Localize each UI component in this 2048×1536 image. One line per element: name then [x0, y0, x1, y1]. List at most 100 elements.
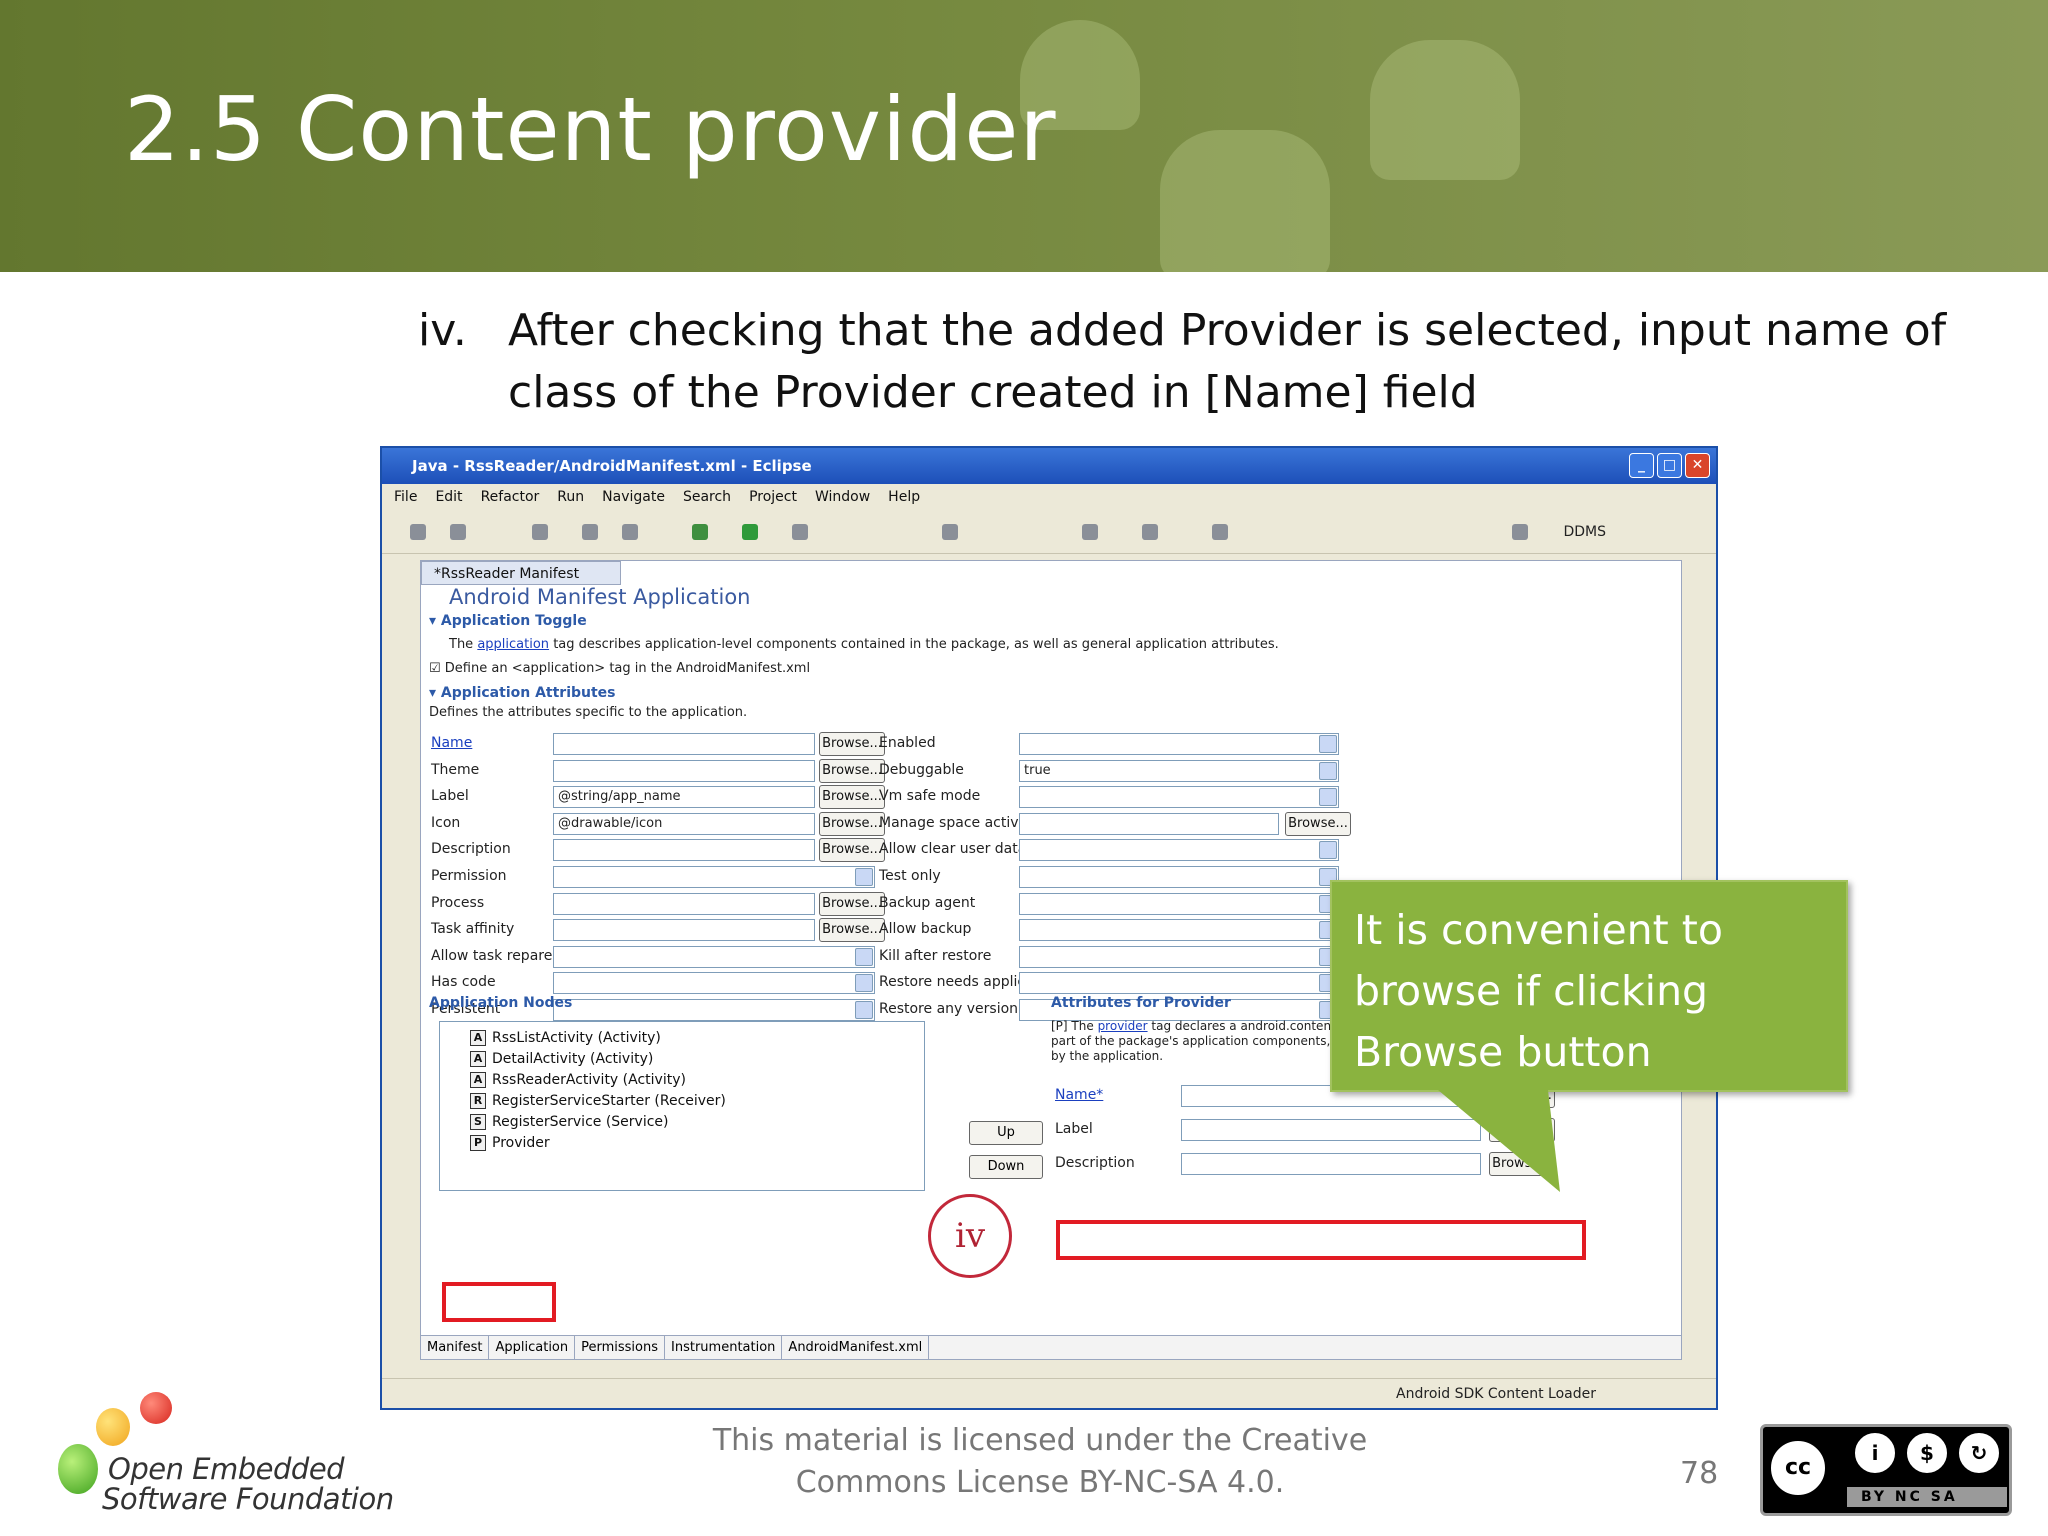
browse-button[interactable]: Browse... — [819, 732, 885, 756]
browse-button[interactable]: Browse... — [819, 891, 885, 916]
dropdown-arrow-icon[interactable] — [1319, 735, 1337, 753]
browse-button[interactable]: Browse... — [1285, 811, 1351, 836]
attr-field[interactable] — [553, 919, 815, 942]
cc-icon: cc — [1767, 1437, 1829, 1499]
dropdown-arrow-icon[interactable] — [1319, 788, 1337, 807]
dropdown-arrow-icon[interactable] — [1319, 841, 1337, 860]
debug-icon[interactable] — [692, 524, 708, 540]
search-icon[interactable] — [792, 524, 808, 540]
attr-field[interactable] — [553, 972, 875, 995]
attr-label: Icon — [431, 814, 461, 831]
menu-refactor[interactable]: Refactor — [481, 489, 540, 505]
attr-label: Allow clear user data — [879, 841, 1027, 858]
android-sdk-icon[interactable] — [582, 524, 598, 540]
editor-page-tab[interactable]: Instrumentation — [665, 1336, 783, 1359]
tree-node[interactable]: S RegisterService (Service) — [470, 1114, 669, 1130]
attr-field[interactable] — [553, 733, 815, 755]
menu-edit[interactable]: Edit — [435, 489, 462, 505]
minimize-icon[interactable]: _ — [1629, 453, 1654, 478]
menu-window[interactable]: Window — [815, 489, 870, 505]
application-attributes-header[interactable]: ▾ Application Attributes — [429, 685, 616, 701]
menu-run[interactable]: Run — [557, 489, 584, 505]
step-number: iv. — [418, 305, 467, 356]
new-android-project-icon[interactable] — [622, 524, 638, 540]
status-text: Android SDK Content Loader — [1396, 1386, 1596, 1402]
browse-button[interactable]: Browse... — [819, 811, 885, 836]
new-icon[interactable] — [410, 524, 426, 540]
menu-file[interactable]: File — [394, 489, 417, 505]
attr-field[interactable]: @string/app_name — [553, 786, 815, 809]
attr-label: Has code — [431, 974, 496, 991]
browse-button[interactable]: Browse... — [819, 918, 885, 943]
attr-field[interactable] — [1019, 972, 1339, 995]
up-button[interactable]: Up — [969, 1121, 1043, 1145]
close-icon[interactable]: ✕ — [1685, 453, 1710, 478]
tree-node[interactable]: A DetailActivity (Activity) — [470, 1051, 653, 1067]
provider-name-label[interactable]: Name* — [1055, 1087, 1103, 1103]
attr-field[interactable] — [1019, 919, 1339, 942]
application-link[interactable]: application — [477, 637, 549, 652]
define-application-checkbox[interactable]: ☑ Define an <application> tag in the And… — [429, 661, 810, 676]
logo-red-dot — [140, 1392, 172, 1424]
tree-node[interactable]: A RssListActivity (Activity) — [470, 1030, 661, 1046]
attr-field[interactable] — [1019, 812, 1279, 835]
noncommercial-icon: $ — [1903, 1429, 1951, 1477]
plugin-icon[interactable] — [1212, 524, 1228, 540]
logo-line1: Open Embedded — [108, 1452, 345, 1486]
attr-field[interactable] — [553, 892, 815, 915]
editor-page-tab[interactable]: Permissions — [575, 1336, 666, 1359]
back-icon[interactable] — [942, 524, 958, 540]
attr-label: Allow backup — [879, 921, 972, 938]
attr-label: Task affinity — [431, 921, 515, 938]
tree-node[interactable]: A RssReaderActivity (Activity) — [470, 1072, 686, 1088]
step-marker: iv — [928, 1194, 1012, 1278]
print-icon[interactable] — [532, 524, 548, 540]
open-perspective-icon[interactable] — [1512, 524, 1528, 540]
editor-page-tab[interactable]: Manifest — [421, 1336, 490, 1359]
attr-field[interactable] — [1019, 733, 1339, 755]
attr-field[interactable] — [1019, 786, 1339, 809]
attr-field[interactable] — [553, 999, 875, 1021]
attr-label[interactable]: Name — [431, 735, 472, 751]
tree-node[interactable]: P Provider — [470, 1135, 550, 1151]
editor-page-tab[interactable]: AndroidManifest.xml — [782, 1336, 930, 1359]
dropdown-arrow-icon[interactable] — [855, 868, 873, 886]
menu-navigate[interactable]: Navigate — [602, 489, 665, 505]
editor-page-tab[interactable]: Application — [489, 1336, 576, 1359]
toolbar: DDMS — [382, 510, 1716, 554]
provider-link[interactable]: provider — [1098, 1019, 1148, 1033]
menu-project[interactable]: Project — [749, 489, 797, 505]
browse-button[interactable]: Browse... — [819, 785, 885, 810]
dropdown-arrow-icon[interactable] — [855, 947, 873, 966]
attr-field[interactable] — [553, 945, 875, 968]
save-icon[interactable] — [450, 524, 466, 540]
external-tools-icon[interactable] — [1142, 524, 1158, 540]
attr-field[interactable] — [553, 866, 875, 888]
attr-field[interactable] — [1019, 945, 1339, 968]
attr-field[interactable]: @drawable/icon — [553, 812, 815, 835]
open-type-icon[interactable] — [1082, 524, 1098, 540]
down-button[interactable]: Down — [969, 1155, 1043, 1179]
dropdown-arrow-icon[interactable] — [855, 1001, 873, 1019]
run-icon[interactable] — [742, 524, 758, 540]
menu-help[interactable]: Help — [888, 489, 920, 505]
sharealike-icon: ↻ — [1955, 1429, 2003, 1477]
browse-button[interactable]: Browse... — [819, 838, 885, 863]
editor-heading: Android Manifest Application — [449, 585, 751, 609]
dropdown-arrow-icon[interactable] — [1319, 761, 1337, 780]
menu-search[interactable]: Search — [683, 489, 731, 505]
attr-field[interactable] — [1019, 866, 1339, 888]
attr-field[interactable] — [553, 839, 815, 862]
dropdown-arrow-icon[interactable] — [855, 974, 873, 993]
attr-field[interactable] — [1019, 839, 1339, 862]
browse-button[interactable]: Browse... — [819, 758, 885, 783]
application-toggle-header[interactable]: ▾ Application Toggle — [429, 613, 587, 629]
attr-field[interactable] — [553, 759, 815, 782]
maximize-icon[interactable]: □ — [1657, 453, 1682, 478]
attr-field[interactable]: true — [1019, 759, 1339, 782]
perspective-ddms[interactable]: DDMS — [1563, 524, 1606, 540]
oesf-logo: Open Embedded Software Foundation — [40, 1388, 400, 1518]
editor-tab[interactable]: *RssReader Manifest — [421, 561, 621, 585]
tree-node[interactable]: R RegisterServiceStarter (Receiver) — [470, 1093, 726, 1109]
attr-field[interactable] — [1019, 892, 1339, 915]
